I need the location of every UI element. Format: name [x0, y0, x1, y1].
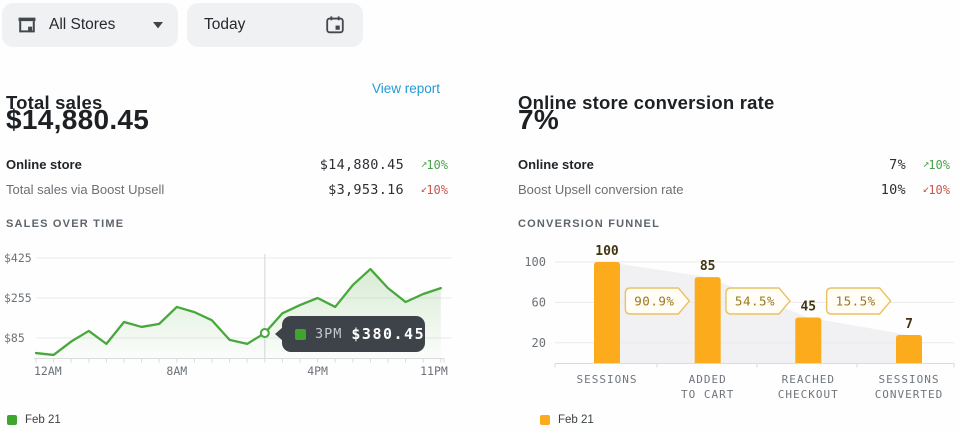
metric-row-online-store: Online store $14,880.45 ↗10% — [6, 152, 448, 177]
metric-row-boost-upsell-sales: Total sales via Boost Upsell $3,953.16 ↙… — [6, 177, 448, 202]
date-selector-label: Today — [204, 16, 245, 34]
sales-legend: Feb 21 — [7, 414, 61, 426]
calendar-icon — [324, 14, 346, 36]
svg-text:8AM: 8AM — [166, 364, 187, 378]
sales-metric-rows: Online store $14,880.45 ↗10% Total sales… — [6, 152, 448, 202]
legend-label: Feb 21 — [25, 414, 61, 426]
svg-text:$425: $425 — [4, 251, 32, 265]
svg-text:SESSIONS: SESSIONS — [577, 373, 638, 386]
svg-text:100: 100 — [595, 244, 619, 259]
delta-badge: ↗10% — [906, 158, 950, 172]
tooltip-series-swatch — [295, 329, 306, 340]
legend-swatch — [540, 415, 550, 425]
legend-label: Feb 21 — [558, 414, 594, 426]
sales-over-time-label: SALES OVER TIME — [6, 218, 124, 230]
svg-text:60: 60 — [532, 295, 546, 309]
conversion-metric-rows: Online store 7% ↗10% Boost Upsell conver… — [518, 152, 950, 202]
total-sales-value: $14,880.45 — [6, 104, 149, 136]
svg-text:90.9%: 90.9% — [634, 294, 674, 309]
svg-text:REACHED: REACHED — [782, 373, 835, 386]
chevron-down-icon — [152, 21, 164, 29]
delta-badge: ↙10% — [906, 183, 950, 197]
legend-swatch — [7, 415, 17, 425]
svg-text:11PM: 11PM — [420, 364, 448, 378]
delta-badge: ↙10% — [404, 183, 448, 197]
delta-badge: ↗10% — [404, 158, 448, 172]
conversion-funnel-chart[interactable]: 100 60 20 100 85 45 7 90.9% 54.5% 15.5% SESSIONS AD… — [518, 240, 960, 408]
svg-text:$85: $85 — [4, 331, 25, 345]
storefront-icon — [16, 14, 38, 36]
svg-text:CHECKOUT: CHECKOUT — [778, 388, 839, 401]
conversion-funnel-label: CONVERSION FUNNEL — [518, 218, 660, 230]
tooltip-value: $380.45 — [351, 325, 425, 343]
metric-row-boost-upsell-rate: Boost Upsell conversion rate 10% ↙10% — [518, 177, 950, 202]
conversion-rate-value: 7% — [518, 104, 559, 136]
tooltip-time: 3PM — [315, 326, 342, 342]
svg-text:15.5%: 15.5% — [836, 294, 876, 309]
svg-text:SESSIONS: SESSIONS — [879, 373, 940, 386]
store-selector[interactable]: All Stores — [2, 3, 178, 47]
svg-text:20: 20 — [532, 336, 546, 350]
date-selector[interactable]: Today — [187, 3, 363, 47]
funnel-legend: Feb 21 — [540, 414, 594, 426]
view-report-link[interactable]: View report — [372, 81, 440, 96]
svg-text:TO CART: TO CART — [681, 388, 734, 401]
metric-row-online-store-rate: Online store 7% ↗10% — [518, 152, 950, 177]
store-selector-label: All Stores — [49, 16, 115, 34]
svg-text:100: 100 — [524, 255, 546, 269]
svg-text:85: 85 — [700, 259, 716, 274]
analytics-dashboard: All Stores Today Total sales View report… — [0, 0, 960, 431]
chart-tooltip: 3PM $380.45 — [282, 316, 425, 352]
svg-text:45: 45 — [800, 300, 816, 315]
svg-text:4PM: 4PM — [307, 364, 328, 378]
svg-text:ADDED: ADDED — [689, 373, 727, 386]
svg-text:$255: $255 — [4, 291, 32, 305]
svg-text:7: 7 — [905, 317, 913, 332]
svg-text:CONVERTED: CONVERTED — [875, 388, 944, 401]
svg-text:12AM: 12AM — [34, 364, 62, 378]
svg-text:54.5%: 54.5% — [735, 294, 775, 309]
